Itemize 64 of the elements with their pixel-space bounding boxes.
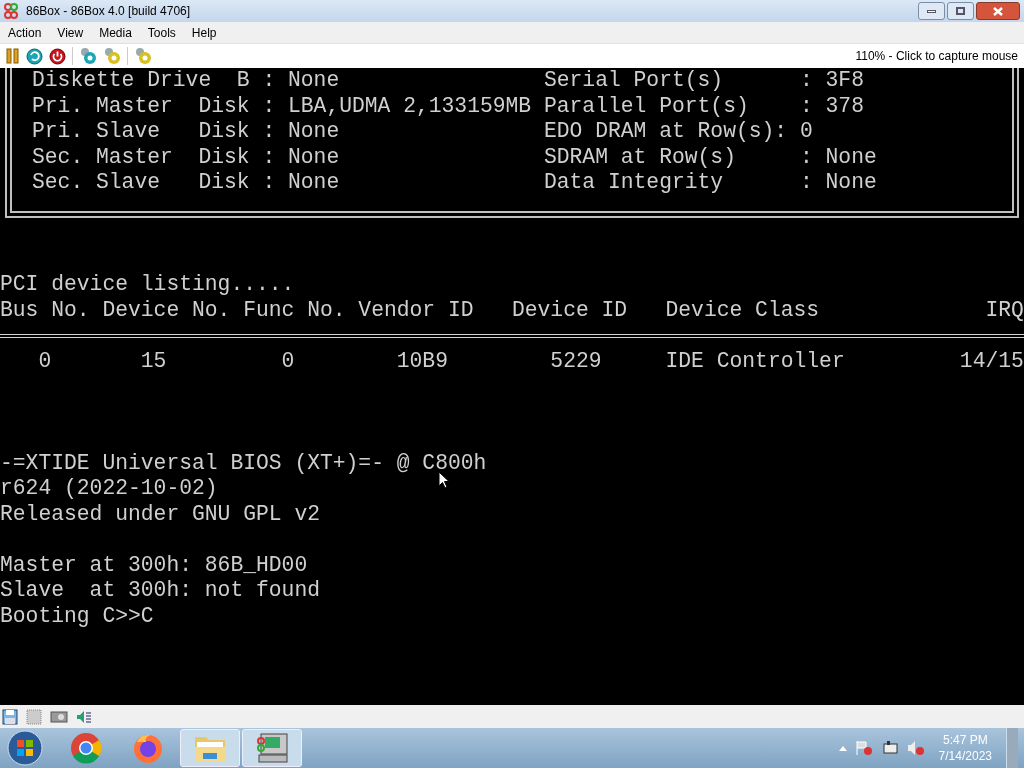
mouse-cursor-icon bbox=[438, 471, 450, 489]
column-header: Func No. bbox=[243, 297, 347, 323]
table-cell: 0 bbox=[38, 348, 52, 373]
browser-icon bbox=[70, 732, 102, 764]
window-title: 86Box - 86Box 4.0 [build 4706] bbox=[26, 3, 191, 20]
pause-icon[interactable] bbox=[6, 48, 20, 64]
column-header: IRQ bbox=[984, 297, 1024, 323]
computer-icon bbox=[255, 732, 289, 764]
bios-text: Parallel Port(s) : 378 bbox=[543, 93, 864, 119]
minimize-button[interactable] bbox=[918, 2, 945, 20]
restore-button[interactable] bbox=[947, 2, 974, 20]
show-hidden-icons-icon[interactable] bbox=[838, 745, 847, 751]
clock-date: 7/14/2023 bbox=[938, 748, 992, 764]
pci-title: PCI device listing..... bbox=[0, 272, 296, 298]
taskbar-button[interactable] bbox=[242, 729, 302, 767]
table-cell: 5229 bbox=[550, 348, 602, 373]
gear-icon[interactable] bbox=[79, 47, 97, 65]
bios-text: Pri. Master Disk : LBA,UDMA 2,133159MB bbox=[32, 93, 533, 119]
column-header: Bus No. bbox=[0, 297, 91, 323]
taskbar-button[interactable] bbox=[180, 729, 240, 767]
app-icon bbox=[4, 3, 18, 19]
close-button[interactable] bbox=[976, 2, 1020, 20]
column-header: Device ID bbox=[511, 297, 629, 323]
boot-text: Released under GNU GPL v2 bbox=[0, 501, 320, 527]
bios-text: SDRAM at Row(s) : None bbox=[543, 144, 877, 170]
column-header: Device Class bbox=[665, 297, 821, 323]
menu-item[interactable]: Media bbox=[91, 22, 140, 43]
table-cell: IDE Controller bbox=[665, 348, 845, 373]
boot-text: Booting C>>C bbox=[0, 603, 154, 629]
bios-text: Diskette Drive B : None bbox=[32, 68, 341, 94]
speaker-icon[interactable] bbox=[906, 740, 925, 756]
floppy-icon bbox=[2, 708, 18, 725]
network-icon[interactable] bbox=[880, 740, 899, 756]
flag-icon[interactable] bbox=[854, 740, 873, 756]
table-cell: 14/15 bbox=[959, 348, 1024, 373]
boot-text: -=XTIDE Universal BIOS (XT+)=- @ C800h bbox=[0, 450, 487, 476]
browser-icon bbox=[132, 732, 164, 764]
menu-item[interactable]: Help bbox=[183, 22, 225, 43]
reset-icon[interactable] bbox=[26, 47, 43, 65]
boot-text: Master at 300h: 86B_HD00 bbox=[0, 552, 308, 578]
bios-text: Serial Port(s) : 3F8 bbox=[543, 68, 864, 94]
table-cell: 10B9 bbox=[396, 348, 448, 373]
menu-item[interactable]: Action bbox=[0, 22, 50, 43]
bios-text: Data Integrity : None bbox=[543, 170, 877, 196]
status-text: 110% - Click to capture mouse bbox=[855, 48, 1018, 65]
windows-logo-icon bbox=[7, 730, 43, 766]
bios-text: Sec. Master Disk : None bbox=[32, 144, 341, 170]
menu-item[interactable]: View bbox=[49, 22, 92, 43]
menu-item[interactable]: Tools bbox=[139, 22, 184, 43]
column-header: Device No. bbox=[102, 297, 232, 323]
boot-text: Slave at 300h: not found bbox=[0, 578, 320, 604]
gear-icon[interactable] bbox=[134, 47, 152, 65]
bios-text: Pri. Slave Disk : None bbox=[32, 119, 341, 145]
close-icon bbox=[993, 6, 1003, 16]
power-icon[interactable] bbox=[49, 47, 66, 65]
clock-time: 5:47 PM bbox=[942, 732, 988, 748]
bios-text: EDO DRAM at Row(s): 0 bbox=[543, 119, 813, 145]
table-cell: 15 bbox=[140, 348, 167, 373]
table-cell: 0 bbox=[281, 348, 295, 373]
drive-icon bbox=[50, 709, 68, 724]
boot-text: r624 (2022-10-02) bbox=[0, 476, 218, 502]
gear-icon[interactable] bbox=[103, 47, 121, 65]
column-header: Vendor ID bbox=[358, 297, 475, 323]
bios-text: Sec. Slave Disk : None bbox=[32, 170, 341, 196]
